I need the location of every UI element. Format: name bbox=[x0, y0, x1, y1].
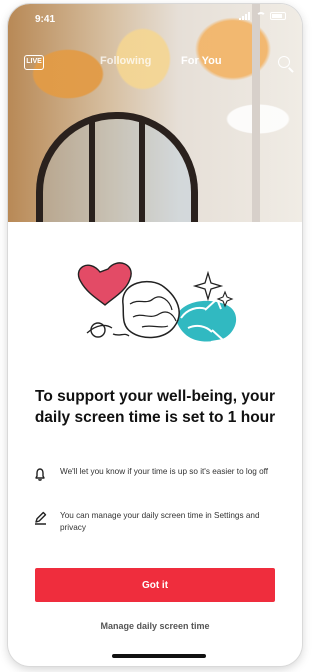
tab-for-you[interactable]: For You bbox=[181, 55, 222, 67]
home-indicator bbox=[112, 654, 206, 658]
pen-icon bbox=[35, 511, 47, 525]
wellbeing-illustration bbox=[77, 262, 237, 343]
wifi-icon bbox=[256, 12, 266, 20]
bell-icon bbox=[35, 468, 45, 481]
settings-info-text: You can manage your daily screen time in… bbox=[60, 511, 260, 532]
status-time: 9:41 bbox=[35, 14, 56, 25]
tab-following[interactable]: Following bbox=[100, 55, 151, 67]
got-it-button[interactable]: Got it bbox=[35, 568, 275, 602]
top-navigation: LIVE Following For You bbox=[8, 48, 302, 72]
search-icon[interactable] bbox=[278, 56, 290, 68]
battery-icon bbox=[270, 12, 286, 20]
live-button[interactable]: LIVE bbox=[24, 55, 44, 70]
phone-screen: 9:41 LIVE Following For You To support y… bbox=[8, 4, 302, 666]
arched-window bbox=[36, 112, 198, 236]
status-bar: 9:41 bbox=[8, 4, 302, 32]
video-background[interactable] bbox=[8, 4, 302, 236]
signal-icon bbox=[239, 12, 252, 20]
background-pole bbox=[252, 4, 260, 236]
screen-time-dialog: To support your well-being, your daily s… bbox=[8, 222, 302, 666]
settings-info: You can manage your daily screen time in… bbox=[32, 510, 282, 534]
notification-info-text: We'll let you know if your time is up so… bbox=[60, 467, 269, 476]
dialog-title: To support your well-being, your daily s… bbox=[34, 388, 276, 426]
status-icons bbox=[239, 12, 286, 20]
manage-screen-time-link[interactable]: Manage daily screen time bbox=[66, 621, 244, 631]
notification-info: We'll let you know if your time is up so… bbox=[32, 466, 282, 482]
